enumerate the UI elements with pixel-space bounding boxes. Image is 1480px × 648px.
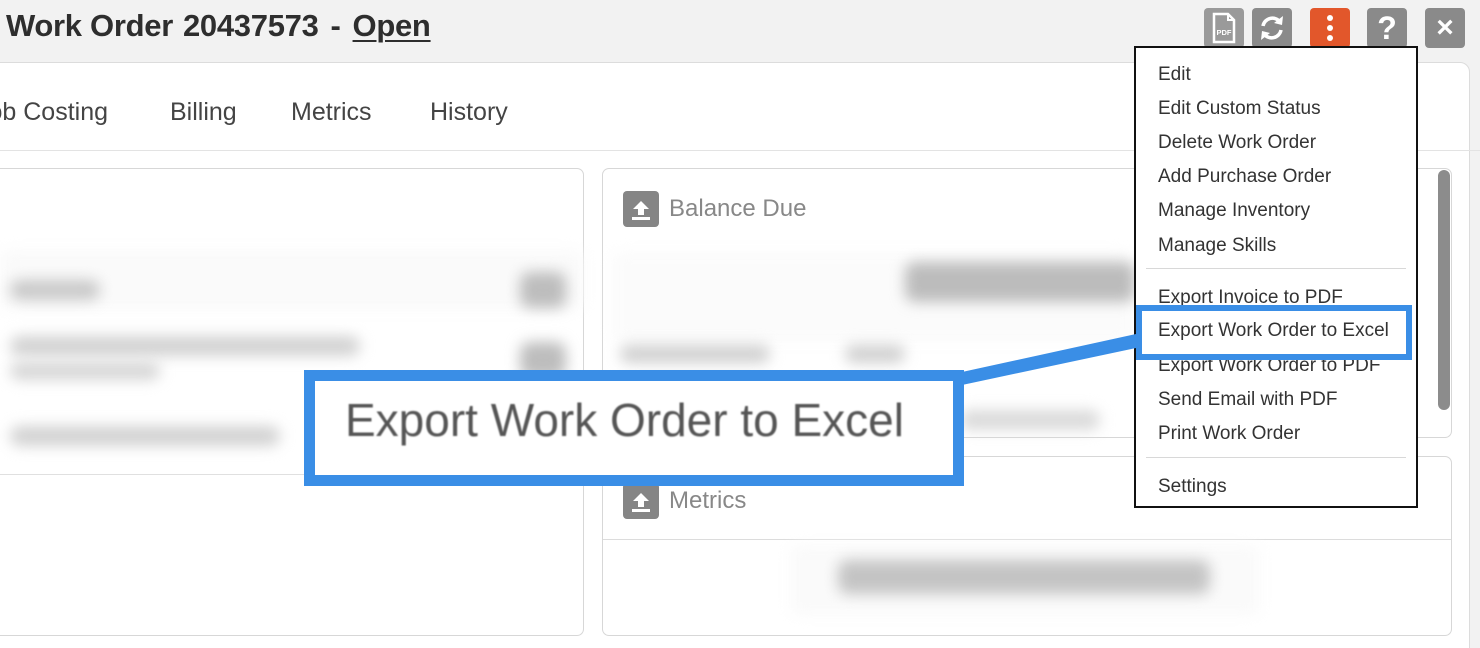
menu-item-settings[interactable]: Settings <box>1158 476 1227 498</box>
pdf-button[interactable]: PDF <box>1204 8 1244 48</box>
menu-item-edit-custom-status[interactable]: Edit Custom Status <box>1158 98 1321 120</box>
menu-item-manage-inventory[interactable]: Manage Inventory <box>1158 200 1310 222</box>
blurred-chart <box>838 560 1210 594</box>
question-icon: ? <box>1377 9 1397 46</box>
actions-menu: Edit Edit Custom Status Delete Work Orde… <box>1134 46 1418 508</box>
blurred-text <box>10 362 160 380</box>
help-button[interactable]: ? <box>1367 8 1407 48</box>
title-label: Work Order <box>6 8 173 43</box>
metrics-header: Metrics <box>623 483 746 519</box>
menu-item-export-work-order-excel[interactable]: Export Work Order to Excel <box>1136 305 1412 360</box>
refresh-button[interactable] <box>1252 8 1292 48</box>
menu-item-manage-skills[interactable]: Manage Skills <box>1158 235 1276 257</box>
blurred-amount <box>905 262 1135 302</box>
menu-item-print-work-order[interactable]: Print Work Order <box>1158 423 1300 445</box>
balance-due-header: Balance Due <box>623 191 806 227</box>
blurred-text <box>845 345 905 363</box>
title-separator: - <box>330 8 341 43</box>
refresh-icon <box>1261 16 1283 40</box>
balance-due-title: Balance Due <box>669 195 807 222</box>
more-options-button[interactable] <box>1310 8 1350 48</box>
menu-item-edit[interactable]: Edit <box>1158 64 1191 86</box>
blurred-text <box>10 426 280 446</box>
vertical-ellipsis-icon <box>1327 15 1333 41</box>
blurred-text <box>620 345 770 363</box>
tab-billing[interactable]: Billing <box>170 98 237 127</box>
blurred-text <box>10 280 100 300</box>
scrollbar[interactable] <box>1438 170 1450 410</box>
metrics-title: Metrics <box>669 487 747 514</box>
close-icon: × <box>1436 11 1454 44</box>
upload-icon <box>623 191 659 227</box>
zoom-callout: Export Work Order to Excel <box>304 370 964 486</box>
menu-item-send-email-pdf[interactable]: Send Email with PDF <box>1158 389 1338 411</box>
upload-icon <box>623 483 659 519</box>
metrics-divider <box>603 539 1451 540</box>
blurred-text <box>10 336 360 356</box>
menu-separator <box>1146 268 1406 269</box>
menu-item-export-work-order-excel-label: Export Work Order to Excel <box>1158 320 1389 341</box>
menu-item-add-purchase-order[interactable]: Add Purchase Order <box>1158 166 1331 188</box>
close-button[interactable]: × <box>1425 8 1465 48</box>
pdf-icon: PDF <box>1212 12 1236 44</box>
menu-separator <box>1146 457 1406 458</box>
tab-metrics[interactable]: Metrics <box>291 98 372 127</box>
blurred-text <box>960 410 1100 430</box>
callout-label: Export Work Order to Excel <box>345 394 904 446</box>
blurred-icon <box>520 272 566 308</box>
pdf-icon-label: PDF <box>1217 28 1232 37</box>
tab-history[interactable]: History <box>430 98 508 127</box>
tab-job-costing[interactable]: Job Costing <box>0 98 108 127</box>
work-order-number: 20437573 <box>182 8 319 43</box>
menu-item-delete-work-order[interactable]: Delete Work Order <box>1158 132 1316 154</box>
status-link[interactable]: Open <box>353 8 431 43</box>
page-title: Work Order 20437573- Open <box>6 8 431 44</box>
